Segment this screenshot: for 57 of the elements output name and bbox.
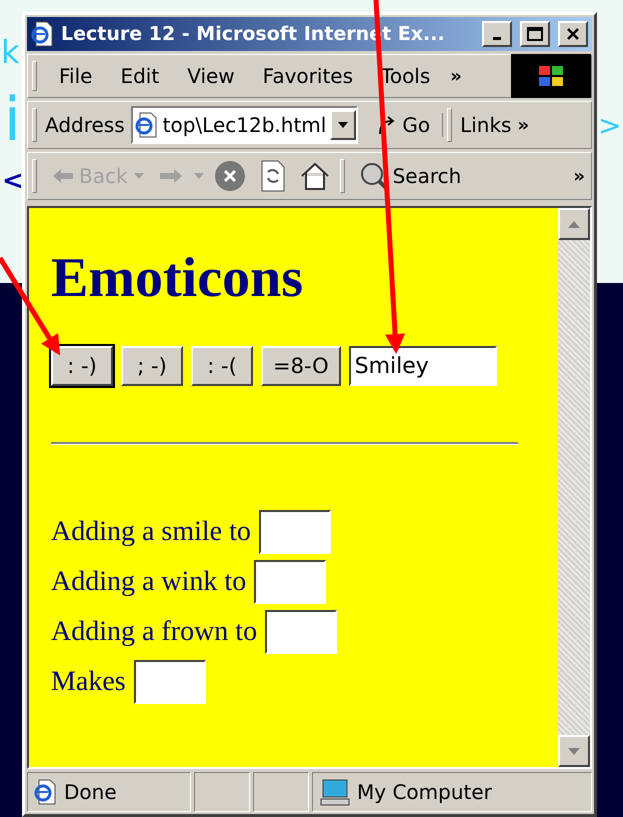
address-label: Address xyxy=(45,113,125,137)
close-button[interactable] xyxy=(558,21,588,47)
name-field[interactable]: Smiley xyxy=(348,346,497,386)
search-button[interactable]: Search xyxy=(352,161,468,191)
status-text: Done xyxy=(64,780,117,804)
down-arrow-icon xyxy=(568,748,580,754)
scrollbar[interactable] xyxy=(558,208,590,767)
maximize-icon xyxy=(527,27,543,41)
emoticon-button[interactable]: ; -) xyxy=(121,346,183,386)
field-label: Adding a wink to xyxy=(51,566,246,598)
chevron-button[interactable]: » xyxy=(511,114,536,136)
input-field[interactable] xyxy=(134,660,206,704)
status-pane xyxy=(253,772,309,812)
field-label: Adding a smile to xyxy=(51,516,251,548)
emoticon-button[interactable]: : -) xyxy=(51,346,113,386)
emoticon-button[interactable]: : -( xyxy=(191,346,253,386)
input-field[interactable] xyxy=(258,510,331,554)
zone-text: My Computer xyxy=(357,780,492,804)
refresh-icon[interactable] xyxy=(260,160,286,192)
slide-text: i xyxy=(4,90,21,150)
slide-text: > xyxy=(598,112,622,140)
computer-icon xyxy=(319,778,351,806)
slide-text: k xyxy=(1,36,20,68)
menu-item[interactable]: Edit xyxy=(106,64,174,88)
status-pane xyxy=(194,772,250,812)
dropdown-caret-icon xyxy=(134,173,144,179)
maximize-button[interactable] xyxy=(520,21,550,47)
caret-icon xyxy=(338,122,348,128)
chevron-button[interactable]: » xyxy=(444,66,468,86)
page-icon xyxy=(34,779,58,805)
input-field[interactable] xyxy=(265,610,338,654)
dropdown-button[interactable] xyxy=(330,110,356,140)
home-icon[interactable] xyxy=(300,161,330,191)
field-label: Makes xyxy=(51,666,126,698)
scroll-down-button[interactable] xyxy=(558,735,590,767)
menu-item[interactable]: Favorites xyxy=(248,64,368,88)
menu-item[interactable]: View xyxy=(173,64,249,88)
scroll-up-button[interactable] xyxy=(558,208,590,240)
go-button[interactable]: Go xyxy=(364,113,444,137)
slide-text: < xyxy=(2,168,24,194)
page-heading: Emoticons xyxy=(51,246,304,310)
up-arrow-icon xyxy=(568,220,580,228)
page-icon xyxy=(134,112,159,138)
address-field[interactable]: top\Lec12b.html xyxy=(130,106,358,144)
document-icon xyxy=(31,21,55,47)
close-icon xyxy=(566,27,580,41)
menu-item[interactable]: File xyxy=(45,64,106,88)
input-field[interactable] xyxy=(254,560,326,604)
emoticon-button[interactable]: =8-O xyxy=(261,346,341,386)
dropdown-caret-icon xyxy=(194,173,204,179)
chevron-button[interactable]: » xyxy=(567,166,591,186)
stop-icon[interactable] xyxy=(214,160,246,192)
minimize-button[interactable] xyxy=(482,21,512,47)
field-label: Adding a frown to xyxy=(51,616,258,648)
back-arrow-icon xyxy=(51,167,75,185)
minimize-icon xyxy=(493,36,501,40)
links-button[interactable]: Links xyxy=(460,113,512,137)
